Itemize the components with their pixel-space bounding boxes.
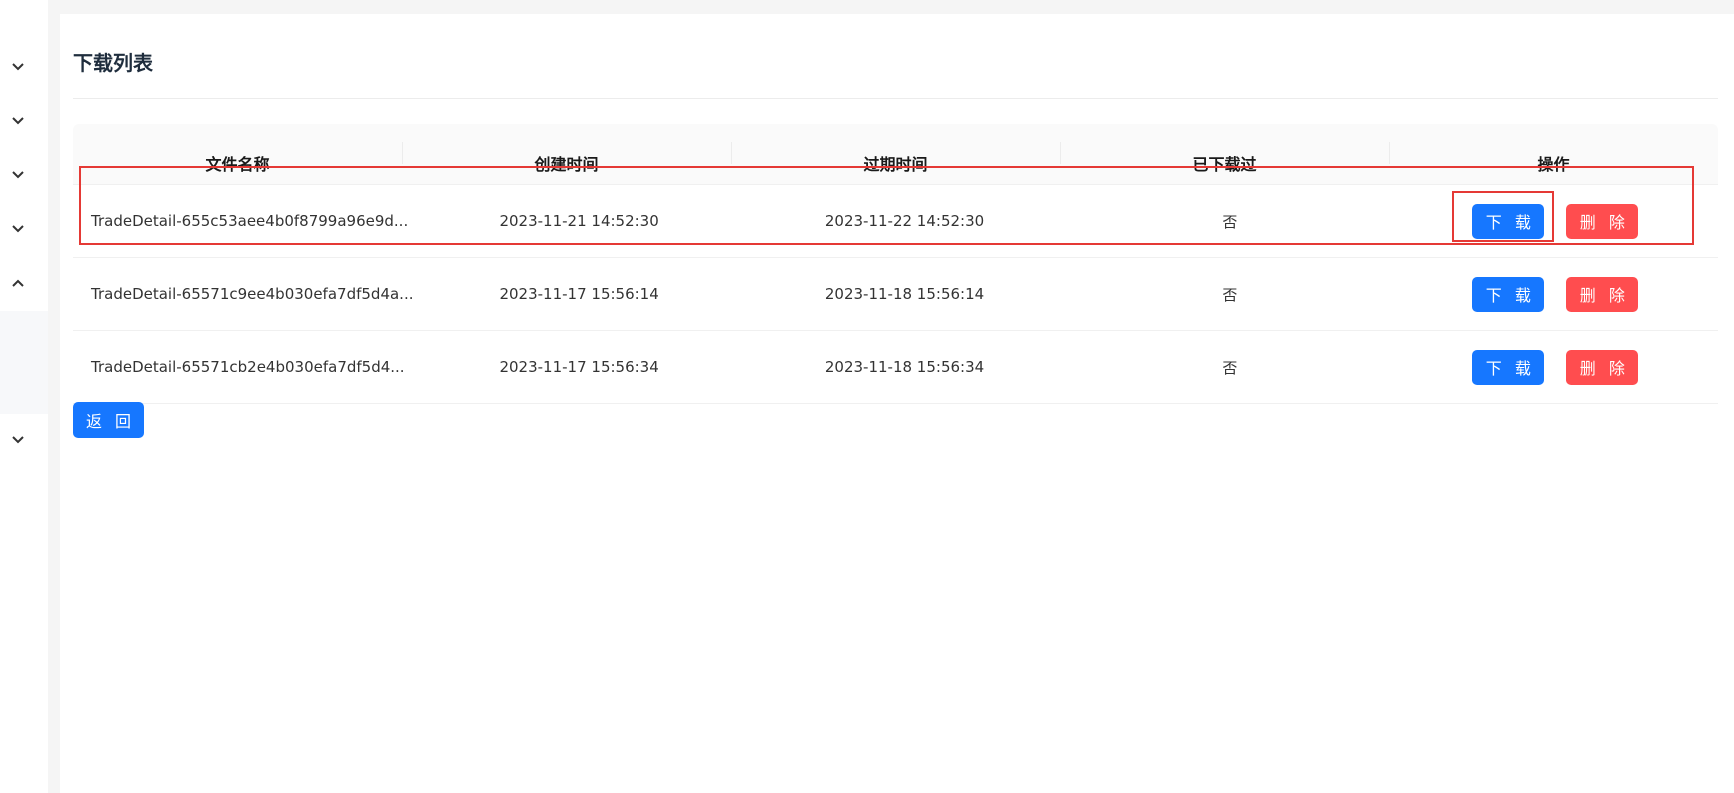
table-header: 文件名称 创建时间 过期时间 已下载过 操作 xyxy=(73,124,1718,185)
download-button[interactable]: 下 载 xyxy=(1472,203,1545,239)
delete-button[interactable]: 删 除 xyxy=(1566,276,1639,312)
back-button[interactable]: 返 回 xyxy=(73,402,144,438)
actions-cell: 下 载 删 除 xyxy=(1393,185,1718,257)
main-content: 下载列表 文件名称 创建时间 过期时间 已下载过 操作 TradeDetail-… xyxy=(60,14,1734,793)
download-table: 文件名称 创建时间 过期时间 已下载过 操作 TradeDetail-655c5… xyxy=(73,124,1718,404)
table-row: TradeDetail-65571c9ee4b030efa7df5d4a... … xyxy=(73,258,1718,331)
delete-button[interactable]: 删 除 xyxy=(1566,349,1639,385)
column-header-created-time: 创建时间 xyxy=(402,124,731,184)
column-header-downloaded: 已下载过 xyxy=(1060,124,1389,184)
sidebar-active-group-bg xyxy=(0,311,48,414)
page-title: 下载列表 xyxy=(73,51,153,75)
actions-cell: 下 载 删 除 xyxy=(1393,331,1718,403)
column-header-expire-time: 过期时间 xyxy=(731,124,1060,184)
table-row: TradeDetail-65571cb2e4b030efa7df5d4... 2… xyxy=(73,331,1718,404)
chevron-down-icon[interactable] xyxy=(10,431,26,447)
created-time-cell: 2023-11-17 15:56:14 xyxy=(499,285,659,303)
expire-time-cell: 2023-11-22 14:52:30 xyxy=(824,212,985,230)
created-time-cell: 2023-11-17 15:56:34 xyxy=(499,358,659,376)
expire-time-cell: 2023-11-18 15:56:34 xyxy=(824,358,985,376)
actions-cell: 下 载 删 除 xyxy=(1393,258,1718,330)
sidebar xyxy=(0,0,48,793)
expire-time-cell: 2023-11-18 15:56:14 xyxy=(824,285,985,303)
chevron-down-icon[interactable] xyxy=(10,166,26,182)
column-header-actions: 操作 xyxy=(1389,124,1718,184)
file-name-cell: TradeDetail-65571cb2e4b030efa7df5d4... xyxy=(91,358,405,376)
created-time-cell: 2023-11-21 14:52:30 xyxy=(499,212,659,230)
chevron-down-icon[interactable] xyxy=(10,112,26,128)
downloaded-cell: 否 xyxy=(1222,285,1238,304)
downloaded-cell: 否 xyxy=(1222,358,1238,377)
downloaded-cell: 否 xyxy=(1222,212,1238,231)
title-divider xyxy=(73,98,1718,99)
table-row: TradeDetail-655c53aee4b0f8799a96e9d... 2… xyxy=(73,185,1718,258)
chevron-up-icon[interactable] xyxy=(10,276,26,292)
file-name-cell: TradeDetail-65571c9ee4b030efa7df5d4a... xyxy=(91,285,414,303)
chevron-down-icon[interactable] xyxy=(10,220,26,236)
file-name-cell: TradeDetail-655c53aee4b0f8799a96e9d... xyxy=(91,212,409,230)
delete-button[interactable]: 删 除 xyxy=(1566,203,1639,239)
download-button[interactable]: 下 载 xyxy=(1472,349,1545,385)
column-header-file-name: 文件名称 xyxy=(205,155,270,174)
download-button[interactable]: 下 载 xyxy=(1472,276,1545,312)
chevron-down-icon[interactable] xyxy=(10,58,26,74)
